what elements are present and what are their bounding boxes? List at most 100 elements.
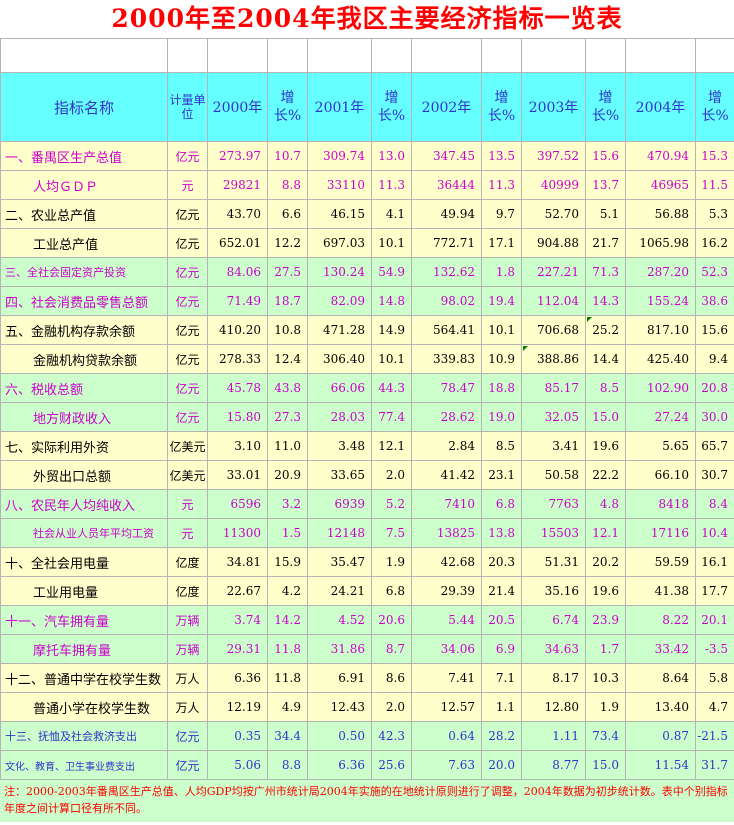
growth-cell: 8.5 — [481, 431, 522, 461]
growth-cell: 20.0 — [481, 750, 522, 780]
indicator-name: 五、金融机构存款余额 — [0, 315, 168, 345]
growth-cell: 16.2 — [695, 228, 734, 258]
table-row: 外贸出口总额 亿美元 33.01 20.9 33.65 2.0 41.42 23.1 50.58… — [0, 460, 734, 490]
header-2003: 2003年 — [521, 72, 586, 142]
growth-cell: 27.3 — [267, 402, 308, 432]
unit-cell: 亿元 — [167, 750, 208, 780]
header-2004: 2004年 — [625, 72, 696, 142]
value-cell: 697.03 — [307, 228, 372, 258]
unit-cell: 亿美元 — [167, 460, 208, 490]
growth-cell: 10.9 — [481, 344, 522, 374]
growth-cell: 6.8 — [371, 576, 412, 606]
growth-cell: 1.8 — [481, 257, 522, 287]
growth-cell: 2.0 — [371, 460, 412, 490]
growth-cell: 19.0 — [481, 402, 522, 432]
growth-cell: 5.1 — [585, 199, 626, 229]
value-cell: 1.11 — [521, 721, 586, 751]
value-cell: 34.06 — [411, 634, 482, 664]
value-cell: 51.31 — [521, 547, 586, 577]
value-cell: 24.21 — [307, 576, 372, 606]
value-cell: 56.88 — [625, 199, 696, 229]
value-cell: 470.94 — [625, 141, 696, 171]
value-cell: 306.40 — [307, 344, 372, 374]
value-cell: 112.04 — [521, 286, 586, 316]
value-cell: 6596 — [207, 489, 268, 519]
growth-cell: 73.4 — [585, 721, 626, 751]
growth-cell: 10.1 — [371, 344, 412, 374]
growth-cell: 31.7 — [695, 750, 734, 780]
growth-cell: 8.8 — [267, 170, 308, 200]
value-cell: 33.01 — [207, 460, 268, 490]
growth-cell: 1.7 — [585, 634, 626, 664]
page-title: 2000年至2004年我区主要经济指标一览表 — [111, 4, 623, 33]
value-cell: 27.24 — [625, 402, 696, 432]
growth-cell: 11.5 — [695, 170, 734, 200]
header-2000: 2000年 — [207, 72, 268, 142]
growth-cell: 11.3 — [371, 170, 412, 200]
value-cell: 287.20 — [625, 257, 696, 287]
unit-cell: 万人 — [167, 692, 208, 722]
growth-cell: 25.6 — [371, 750, 412, 780]
growth-cell: 54.9 — [371, 257, 412, 287]
growth-cell: 9.4 — [695, 344, 734, 374]
footnote: 注：2000-2003年番禺区生产总值、人均GDP均按广州市统计局2004年实施… — [0, 780, 734, 822]
value-cell: 43.70 — [207, 199, 268, 229]
table-row: 摩托车拥有量 万辆 29.31 11.8 31.86 8.7 34.06 6.9 34.63 1.… — [0, 634, 734, 664]
growth-cell: 4.2 — [267, 576, 308, 606]
unit-cell: 亿元 — [167, 344, 208, 374]
value-cell: 3.74 — [207, 605, 268, 635]
header-growth: 增长% — [585, 72, 626, 142]
growth-cell: 19.4 — [481, 286, 522, 316]
growth-cell: 17.7 — [695, 576, 734, 606]
value-cell: 0.87 — [625, 721, 696, 751]
indicator-name: 十、全社会用电量 — [0, 547, 168, 577]
indicator-name: 十二、普通中学在校学生数 — [0, 663, 168, 693]
growth-cell: 15.0 — [585, 402, 626, 432]
growth-cell: 1.9 — [585, 692, 626, 722]
unit-cell: 亿元 — [167, 199, 208, 229]
value-cell: 98.02 — [411, 286, 482, 316]
growth-cell: 71.3 — [585, 257, 626, 287]
growth-cell: 13.5 — [481, 141, 522, 171]
table-row: 一、番禺区生产总值 亿元 273.97 10.7 309.74 13.0 347.45 13.… — [0, 141, 734, 171]
value-cell: 66.06 — [307, 373, 372, 403]
table-row: 六、税收总额 亿元 45.78 43.8 66.06 44.3 78.47 18.8 85.17… — [0, 373, 734, 403]
indicator-name: 摩托车拥有量 — [0, 634, 168, 664]
value-cell: 15.80 — [207, 402, 268, 432]
value-cell: 388.86 — [521, 344, 586, 374]
growth-cell: 17.1 — [481, 228, 522, 258]
value-cell: 817.10 — [625, 315, 696, 345]
value-cell: 3.41 — [521, 431, 586, 461]
value-cell: 66.10 — [625, 460, 696, 490]
value-cell: 59.59 — [625, 547, 696, 577]
growth-cell: 27.5 — [267, 257, 308, 287]
unit-cell: 万人 — [167, 663, 208, 693]
value-cell: 32.05 — [521, 402, 586, 432]
growth-cell: 14.2 — [267, 605, 308, 635]
indicator-name: 工业用电量 — [0, 576, 168, 606]
indicator-name: 外贸出口总额 — [0, 460, 168, 490]
blank-row — [0, 38, 734, 73]
unit-cell: 亿美元 — [167, 431, 208, 461]
indicator-name: 八、农民年人均纯收入 — [0, 489, 168, 519]
value-cell: 46.15 — [307, 199, 372, 229]
growth-cell: 52.3 — [695, 257, 734, 287]
growth-cell: 12.1 — [371, 431, 412, 461]
growth-cell: 15.6 — [695, 315, 734, 345]
header-growth: 增长% — [481, 72, 522, 142]
value-cell: 42.68 — [411, 547, 482, 577]
value-cell: 471.28 — [307, 315, 372, 345]
growth-cell: 20.2 — [585, 547, 626, 577]
unit-cell: 亿元 — [167, 257, 208, 287]
indicator-name: 四、社会消费品零售总额 — [0, 286, 168, 316]
table-row: 普通小学在校学生数 万人 12.19 4.9 12.43 2.0 12.57 1.1 12.80… — [0, 692, 734, 722]
value-cell: 12.19 — [207, 692, 268, 722]
value-cell: 5.44 — [411, 605, 482, 635]
growth-cell: 4.9 — [267, 692, 308, 722]
growth-cell: 6.9 — [481, 634, 522, 664]
growth-cell: 20.1 — [695, 605, 734, 635]
growth-cell: 13.8 — [481, 518, 522, 548]
value-cell: 46965 — [625, 170, 696, 200]
growth-cell: 13.0 — [371, 141, 412, 171]
value-cell: 6.36 — [207, 663, 268, 693]
